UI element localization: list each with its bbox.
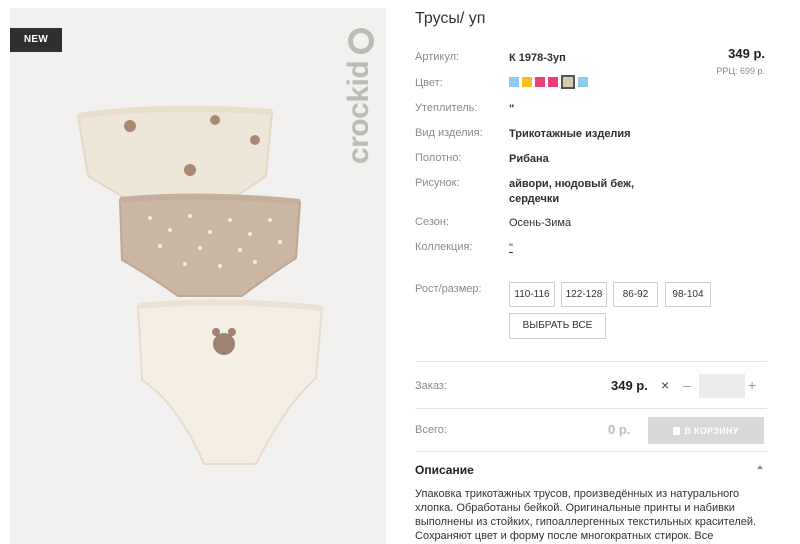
divider xyxy=(415,361,767,362)
spec-label: Вид изделия: xyxy=(415,127,483,139)
color-swatches xyxy=(509,75,588,89)
size-option-110-116[interactable]: 110-116 xyxy=(509,282,555,307)
total-label: Всего: xyxy=(415,424,447,436)
spec-product-type: Вид изделия: Трикотажные изделия xyxy=(415,127,631,142)
spec-season: Сезон: Осень-Зима xyxy=(415,216,571,231)
description-text: Упаковка трикотажных трусов, произведённ… xyxy=(415,488,757,542)
spec-article: Артикул: К 1978-3уп xyxy=(415,51,566,66)
spec-label: Полотно: xyxy=(415,152,462,164)
brand-watermark: crockid xyxy=(342,26,382,166)
spec-pattern: Рисунок: айвори, нюдовый беж, сердечки xyxy=(415,177,649,207)
color-swatch-selected[interactable] xyxy=(561,75,575,89)
spec-value: Осень-Зима xyxy=(509,217,572,229)
spec-collection: Коллекция: " xyxy=(415,241,513,256)
spec-label: Цвет: xyxy=(415,77,443,89)
spec-value: айвори, нюдовый беж, сердечки xyxy=(509,178,635,205)
product-price: 349 р. xyxy=(728,46,765,61)
spec-insulation: Утеплитель: " xyxy=(415,102,514,117)
spec-label: Рисунок: xyxy=(415,177,460,189)
product-info-panel: Трусы/ уп 349 р. РРЦ: 699 р. Артикул: К … xyxy=(415,0,767,544)
color-swatch[interactable] xyxy=(522,77,532,87)
spec-label: Коллекция: xyxy=(415,241,473,253)
quantity-input[interactable] xyxy=(699,374,745,398)
product-image[interactable]: NEW crockid xyxy=(10,8,386,544)
order-price: 349 р. xyxy=(611,378,648,393)
spec-value: Трикотажные изделия xyxy=(509,128,631,140)
description-title[interactable]: Описание xyxy=(415,463,474,477)
total-value: 0 р. xyxy=(608,422,631,437)
increase-quantity-button[interactable]: + xyxy=(748,377,756,393)
product-title: Трусы/ уп xyxy=(415,10,486,27)
color-swatch[interactable] xyxy=(578,77,588,87)
size-option-86-92[interactable]: 86-92 xyxy=(613,282,658,307)
select-all-sizes-button[interactable]: ВЫБРАТЬ ВСЕ xyxy=(509,313,606,339)
collapse-caret-icon[interactable] xyxy=(757,465,763,469)
spec-color: Цвет: xyxy=(415,75,588,89)
brand-logo-text: crockid xyxy=(342,60,375,164)
color-swatch[interactable] xyxy=(535,77,545,87)
product-photo xyxy=(76,105,324,465)
new-badge: NEW xyxy=(10,28,62,52)
size-option-98-104[interactable]: 98-104 xyxy=(665,282,711,307)
decrease-quantity-button[interactable]: – xyxy=(683,377,691,393)
spec-label: Артикул: xyxy=(415,51,460,63)
spec-value[interactable]: " xyxy=(509,241,513,256)
add-to-cart-button[interactable]: В КОРЗИНУ xyxy=(648,417,764,444)
spec-value: К 1978-3уп xyxy=(509,52,566,64)
divider xyxy=(415,408,767,409)
multiply-icon: × xyxy=(661,377,670,393)
size-option-122-128[interactable]: 122-128 xyxy=(561,282,607,307)
cart-bag-icon xyxy=(673,426,681,435)
order-label: Заказ: xyxy=(415,380,447,392)
spec-value: Рибана xyxy=(509,153,549,165)
color-swatch[interactable] xyxy=(548,77,558,87)
spec-fabric: Полотно: Рибана xyxy=(415,152,549,167)
divider xyxy=(415,451,767,452)
color-swatch[interactable] xyxy=(509,77,519,87)
spec-value: " xyxy=(509,103,515,115)
spec-label: Утеплитель: xyxy=(415,102,478,114)
spec-label: Сезон: xyxy=(415,216,449,228)
add-to-cart-label: В КОРЗИНУ xyxy=(684,425,739,436)
size-label: Рост/размер: xyxy=(415,283,482,295)
recommended-price: РРЦ: 699 р. xyxy=(716,66,765,76)
